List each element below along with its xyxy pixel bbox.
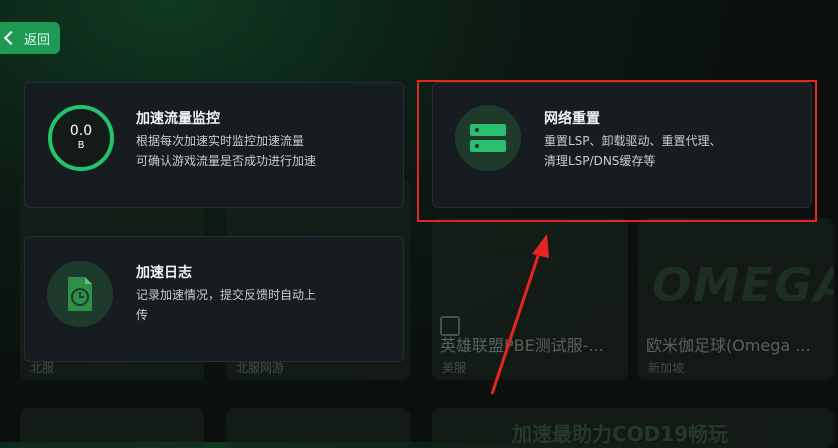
- annotation-arrow: [490, 234, 549, 395]
